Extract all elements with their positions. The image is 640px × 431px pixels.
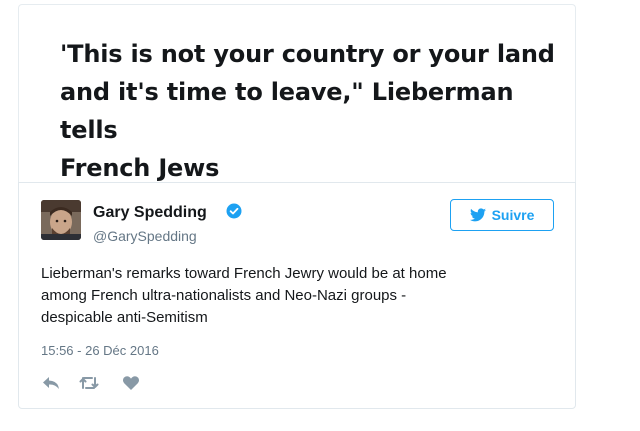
headline-line: 'This is not your country or your land [60,40,555,68]
twitter-bird-icon [469,208,486,222]
verified-badge-icon [226,203,242,219]
follow-label: Suivre [491,207,535,223]
reply-icon[interactable] [41,373,61,393]
like-icon[interactable] [121,373,141,393]
retweet-icon[interactable] [79,373,99,393]
avatar[interactable] [41,200,81,240]
avatar-image [41,200,81,240]
headline-card: 'This is not your country or your land a… [18,4,576,182]
article-headline: 'This is not your country or your land a… [60,35,560,187]
tweet-text-line: among French ultra-nationalists and Neo-… [41,287,407,304]
embedded-tweet: Gary Spedding @GarySpedding Suivre Liebe… [18,182,576,409]
author-handle[interactable]: @GarySpedding [93,228,197,244]
tweet-text-line: Lieberman's remarks toward French Jewry … [41,265,447,282]
follow-button[interactable]: Suivre [450,199,554,231]
tweet-timestamp[interactable]: 15:56 - 26 Déc 2016 [41,343,159,358]
author-name[interactable]: Gary Spedding [93,204,207,222]
tweet-text: Lieberman's remarks toward French Jewry … [41,263,541,329]
headline-line: and it's time to leave," Lieberman tells [60,78,514,144]
tweet-text-line: despicable anti-Semitism [41,309,208,326]
